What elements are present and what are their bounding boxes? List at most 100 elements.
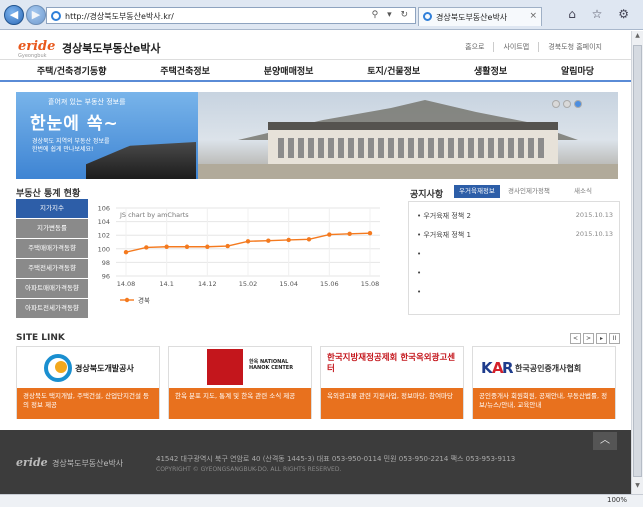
line-chart-svg: 96 98 100 102 104 106 14.08 14.1 14.12 15.02 15.04… bbox=[98, 205, 380, 305]
address-bar[interactable]: http://경상북도부동산e박사.kr/ ⚲ ▾ ↻ bbox=[46, 7, 416, 24]
nav-item-land-info[interactable]: 토지/건물정보 bbox=[367, 64, 420, 77]
nav-item-housing-trend[interactable]: 주택/건축경기동향 bbox=[37, 64, 107, 77]
footer-copyright: COPYRIGHT © GYEONGSANGBUK-DO. ALL RIGHTS… bbox=[156, 466, 342, 473]
footer-name: 경상북도부동산e박사 bbox=[52, 459, 124, 468]
legend-label: 경북 bbox=[138, 296, 150, 305]
pause-icon[interactable]: II bbox=[609, 333, 620, 344]
notice-item-title: • 우거육재 정책 1 bbox=[417, 231, 471, 239]
banner-text-panel: 흩어져 있는 부동산 정보를 한눈에 쏙~ 경상북도 지역의 부동산 정보를 한… bbox=[16, 92, 198, 179]
notice-item[interactable]: • 우거육재 정책 1 2015.10.13 bbox=[417, 230, 613, 240]
site-card-name: 한국공인중개사협회 bbox=[515, 364, 582, 373]
data-point bbox=[164, 244, 169, 249]
browser-chrome: ◀ ▶ http://경상북도부동산e박사.kr/ ⚲ ▾ ↻ 경상북도부동산e… bbox=[0, 0, 643, 30]
stats-menu-land-change[interactable]: 지가변동률 bbox=[16, 219, 88, 238]
y-tick-label: 104 bbox=[98, 218, 110, 226]
site-name[interactable]: 경상북도부동산e박사 bbox=[62, 40, 161, 56]
notice-tab-1[interactable]: 우거육재정보 bbox=[454, 185, 500, 198]
stats-menu-apt-sale[interactable]: 아파트매매가격동향 bbox=[16, 279, 88, 298]
notice-item-title: • bbox=[417, 250, 422, 258]
play-icon[interactable]: ▸ bbox=[596, 333, 607, 344]
browser-tab[interactable]: 경상북도부동산e박사 × bbox=[418, 7, 542, 26]
data-point bbox=[123, 250, 129, 255]
site-footer: eride 경상북도부동산e박사 41542 대구광역시 북구 연암로 40 (… bbox=[0, 430, 631, 494]
site-logo[interactable]: eride bbox=[18, 39, 55, 54]
vertical-scrollbar[interactable]: ▲ ▼ bbox=[631, 31, 643, 494]
tab-title: 경상북도부동산e박사 bbox=[436, 13, 508, 22]
y-tick-label: 98 bbox=[102, 259, 110, 267]
util-link-home[interactable]: 홈으로 bbox=[456, 42, 493, 52]
notice-tab-2[interactable]: 경사인제가정책 bbox=[508, 185, 550, 198]
site-card-gbdc[interactable]: 경상북도개발공사 경상북도 택지개발, 주택건설, 산업단지건설 등의 정보 제… bbox=[16, 346, 160, 419]
nav-item-notice[interactable]: 알림마당 bbox=[561, 64, 594, 77]
nav-item-life-info[interactable]: 생활정보 bbox=[474, 64, 507, 77]
x-tick-label: 15.02 bbox=[239, 280, 258, 288]
y-tick-label: 96 bbox=[102, 273, 110, 281]
stats-menu-apt-jeonse[interactable]: 아파트전세가격동향 bbox=[16, 299, 88, 318]
notice-item-date: 2015.10.13 bbox=[575, 211, 613, 219]
stats-menu-house-jeonse[interactable]: 주택전세가격동향 bbox=[16, 259, 88, 278]
notice-item-title: • bbox=[417, 269, 422, 277]
x-tick-label: 14.1 bbox=[159, 280, 173, 288]
main-banner[interactable]: 흩어져 있는 부동산 정보를 한눈에 쏙~ 경상북도 지역의 부동산 정보를 한… bbox=[16, 92, 618, 179]
nav-item-housing-info[interactable]: 주택건축정보 bbox=[160, 64, 210, 77]
stats-menu-house-sale[interactable]: 주택매매가격동향 bbox=[16, 239, 88, 258]
kar-logo-icon: K A R bbox=[481, 359, 513, 377]
banner-dot-2[interactable] bbox=[563, 100, 571, 108]
banner-dot-3[interactable] bbox=[574, 100, 582, 108]
notice-item[interactable]: • 우거육재 정책 2 2015.10.13 bbox=[417, 211, 613, 221]
data-point bbox=[347, 231, 352, 237]
scroll-down-icon[interactable]: ▼ bbox=[633, 482, 642, 493]
util-link-sitemap[interactable]: 사이트맵 bbox=[493, 42, 538, 52]
scroll-up-icon[interactable]: ▲ bbox=[633, 32, 642, 43]
site-link-title: SITE LINK bbox=[16, 333, 65, 343]
notice-item[interactable]: • bbox=[417, 250, 613, 258]
x-tick-label: 15.04 bbox=[279, 280, 298, 288]
back-arrow-icon[interactable]: ◀ bbox=[4, 5, 24, 25]
site-card-logo: 한국지방재정공제회 한국옥외광고센터 bbox=[321, 347, 463, 388]
nav-item-sale-info[interactable]: 분양매매정보 bbox=[264, 64, 314, 77]
tab-close-icon[interactable]: × bbox=[529, 11, 537, 21]
site-card-name: 한옥 NATIONAL HANOK CENTER bbox=[249, 359, 294, 371]
data-point bbox=[245, 239, 251, 244]
site-card-hanok[interactable]: 한옥 NATIONAL HANOK CENTER 한옥 분포 지도, 통계 및 … bbox=[168, 346, 312, 419]
site-card-logo: 한옥 NATIONAL HANOK CENTER bbox=[169, 347, 311, 388]
notice-item[interactable]: • bbox=[417, 269, 613, 277]
scroll-thumb[interactable] bbox=[633, 45, 642, 477]
notice-tab-3[interactable]: 새소식 bbox=[574, 185, 592, 198]
notice-panel: 공지사항 우거육재정보 경사인제가정책 새소식 • 우거육재 정책 2 2015… bbox=[408, 185, 620, 315]
forward-arrow-icon[interactable]: ▶ bbox=[26, 5, 46, 25]
site-card-logo: 경상북도개발공사 bbox=[17, 347, 159, 388]
stats-menu-land-index[interactable]: 지가지수 bbox=[16, 199, 88, 218]
notice-item[interactable]: • bbox=[417, 288, 613, 296]
banner-dot-1[interactable] bbox=[552, 100, 560, 108]
site-card-kofic[interactable]: 한국지방재정공제회 한국옥외광고센터 옥외광고물 관련 지원사업, 정보마당, … bbox=[320, 346, 464, 419]
site-card-name: 한국지방재정공제회 한국옥외광고센터 bbox=[327, 353, 456, 374]
zoom-level[interactable]: 100% bbox=[607, 496, 627, 504]
util-link-province[interactable]: 경북도청 홈페이지 bbox=[538, 42, 611, 52]
next-arrow-icon[interactable]: > bbox=[583, 333, 594, 344]
chart-title: JS chart by amCharts bbox=[119, 211, 189, 219]
data-point bbox=[286, 237, 291, 243]
address-tools-icon[interactable]: ⚲ ▾ ↻ bbox=[372, 10, 411, 20]
x-tick-label: 15.08 bbox=[361, 280, 380, 288]
footer-address: 41542 대구광역시 북구 연암로 40 (산격동 1445-3) 대표 05… bbox=[156, 455, 516, 463]
x-tick-label: 14.08 bbox=[117, 280, 136, 288]
prev-arrow-icon[interactable]: < bbox=[570, 333, 581, 344]
site-card-name: 경상북도개발공사 bbox=[75, 364, 134, 373]
y-tick-label: 100 bbox=[98, 245, 110, 253]
site-card-kar[interactable]: K A R 한국공인중개사협회 공인중개사 회원회원, 공제안내, 부동산법률,… bbox=[472, 346, 616, 419]
scroll-top-icon[interactable]: ︿ bbox=[593, 432, 617, 450]
browser-toolbar-icons[interactable]: ⌂ ☆ ⚙ bbox=[568, 7, 635, 21]
main-nav: 주택/건축경기동향 주택건축정보 분양매매정보 토지/건물정보 생활정보 알림마… bbox=[0, 59, 631, 82]
notice-title: 공지사항 bbox=[410, 190, 444, 200]
gbdc-logo-icon bbox=[44, 354, 72, 382]
site-card-desc: 경상북도 택지개발, 주택건설, 산업단지건설 등의 정보 제공 bbox=[17, 388, 159, 419]
banner-headline: 한눈에 쏙~ bbox=[30, 114, 119, 134]
tab-ie-icon bbox=[423, 12, 432, 21]
notice-item-date: 2015.10.13 bbox=[575, 230, 613, 238]
notice-item-title: • 우거육재 정책 2 bbox=[417, 212, 471, 220]
legend-marker bbox=[124, 297, 130, 303]
footer-logo: eride bbox=[16, 456, 48, 469]
data-point bbox=[367, 230, 373, 236]
stats-chart: 96 98 100 102 104 106 14.08 14.1 14.12 15.02 15.04… bbox=[92, 200, 392, 315]
